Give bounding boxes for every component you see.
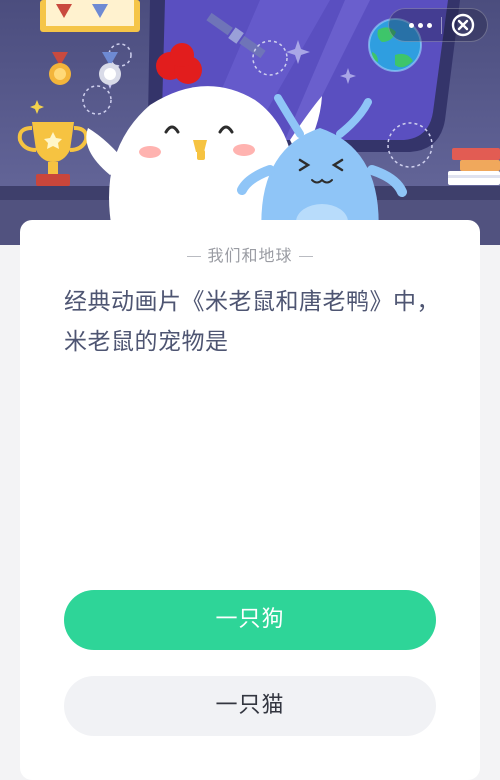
- question-card: 我们和地球 经典动画片《米老鼠和唐老鸭》中，米老鼠的宠物是 一只狗 一只猫: [20, 220, 480, 780]
- header-illustration: [0, 0, 500, 245]
- topic-divider-right: [298, 256, 313, 257]
- trophy-icon: [17, 122, 89, 186]
- books-icon: [448, 148, 500, 185]
- more-dots-icon[interactable]: [397, 9, 441, 41]
- topic-header: 我们和地球: [20, 242, 480, 266]
- close-icon[interactable]: [450, 12, 476, 38]
- topic-label: 我们和地球: [207, 246, 293, 265]
- menu-divider: [441, 17, 442, 34]
- mini-program-menu: [388, 8, 488, 42]
- answer-option-a[interactable]: 一只狗: [64, 590, 436, 650]
- topic-divider-left: [187, 256, 202, 257]
- medal-icon: [40, 0, 140, 85]
- answer-option-b[interactable]: 一只猫: [64, 676, 436, 736]
- question-text: 经典动画片《米老鼠和唐老鸭》中，米老鼠的宠物是: [64, 289, 440, 355]
